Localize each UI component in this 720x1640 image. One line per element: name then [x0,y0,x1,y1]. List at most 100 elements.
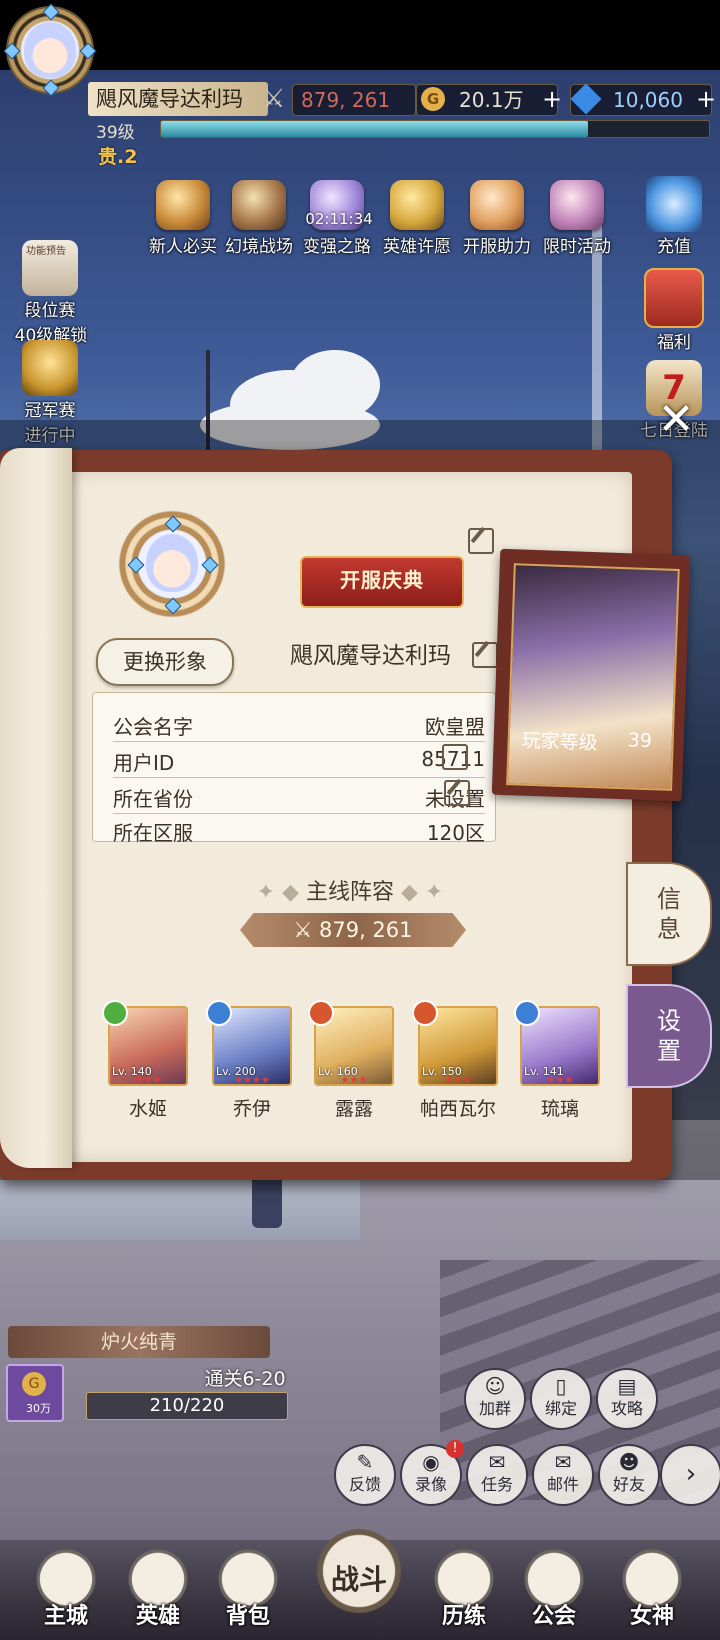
crossed-swords-icon: ⚔ [262,84,286,114]
edit-province-icon[interactable] [444,780,470,806]
copy-id-icon[interactable] [442,744,468,770]
diamond-pile-icon [646,176,702,232]
hero-slot[interactable]: Lv. 150 ★★★ 帕西瓦尔 [412,1000,498,1121]
guide-button[interactable]: ▤ 攻略 [596,1368,658,1430]
portrait-gem-icon [164,597,182,615]
ranked-label: 段位赛 [24,301,76,321]
join-group-label: 加群 [478,1399,511,1418]
guide-label: 攻略 [610,1399,643,1418]
welfare-button[interactable]: 福利 [638,268,710,353]
info-key: 所在区服 [113,821,193,845]
event-server-boost[interactable]: 开服助力 [460,180,534,266]
expand-menu-button[interactable]: › [660,1444,720,1506]
mail-button[interactable]: ✉ 邮件 [532,1444,594,1506]
player-avatar[interactable] [3,3,97,97]
tab-info[interactable]: 信息 [626,862,712,966]
hero-name: 水姬 [128,1098,167,1120]
event-battlefield[interactable]: 幻境战场 [222,180,296,266]
event-newbie-buy[interactable]: 新人必买 [146,180,220,266]
bind-button[interactable]: ▯ 绑定 [530,1368,592,1430]
player-name: 飓风魔导达利玛 [88,82,268,116]
diamond-icon [570,83,602,115]
info-key: 所在省份 [113,787,193,811]
profile-info-table: 公会名字 欧皇盟 用户ID 85711 所在省份 未设置 所在区服 120区 [92,692,496,845]
info-row-guild: 公会名字 欧皇盟 [113,707,485,742]
join-group-button[interactable]: ☺ 加群 [464,1368,526,1430]
avatar-gem-icon [3,42,21,60]
feedback-label: 反馈 [348,1475,381,1494]
profile-portrait[interactable] [118,510,226,618]
event-hero-wish[interactable]: 英雄许愿 [380,180,454,266]
friends-icon: ☻ [618,1450,640,1474]
friends-button[interactable]: ☻ 好友 [598,1444,660,1506]
nav-label: 历练 [441,1604,486,1629]
nav-training[interactable]: 历练 [424,1548,504,1634]
server-celebration-banner: 开服庆典 [300,556,464,608]
info-row-user-id: 用户ID 85711 [113,743,485,778]
event-label: 英雄许愿 [383,237,451,257]
gift-pack-icon [156,180,210,230]
hero-slot[interactable]: Lv. 140 ★★★ 水姬 [102,1000,188,1121]
event-timer: 02:11:34 [305,210,373,228]
hero-stars: ★★★ [340,1075,368,1086]
event-limited[interactable]: 限时活动 [540,180,614,266]
nav-battle[interactable]: 战斗 [306,1528,412,1614]
profile-portrait-face [146,534,198,592]
lineup-power-bar: ⚔ 879, 261 [240,913,466,947]
character-art: 玩家等级 39 [506,563,680,791]
edit-signature-icon[interactable] [468,528,494,554]
recharge-button[interactable]: 充值 [638,176,710,257]
diamond-value: 10,060 [613,88,683,112]
event-label: 限时活动 [543,237,611,257]
faction-gear-icon [514,1000,540,1026]
nav-backpack[interactable]: 背包 [208,1548,288,1634]
ranked-match-button[interactable]: 功能预告 段位赛 40级解锁 [14,240,87,346]
lineup-title: ✦ ◆ 主线阵容 ◆ ✦ [80,874,620,906]
vip-badge: 贵.2 [98,146,138,168]
nav-guild[interactable]: 公会 [514,1548,594,1634]
hero-slot[interactable]: Lv. 160 ★★★ 露露 [308,1000,394,1121]
nav-heroes[interactable]: 英雄 [118,1548,198,1634]
info-key: 用户ID [113,751,175,775]
gold-value: 20.1万 [459,88,524,112]
change-look-button[interactable]: 更换形象 [96,638,234,686]
bind-label: 绑定 [544,1399,577,1418]
sparkle-icon: ✦ ◆ [256,880,306,905]
nav-goddess[interactable]: 女神 [612,1548,692,1634]
mail-icon: ✉ [554,1450,572,1474]
add-gold-button[interactable]: + [542,84,566,114]
quest-button[interactable]: ✉ 任务 [466,1444,528,1506]
replay-button[interactable]: ◉ 录像 ! [400,1440,464,1506]
gold-coin-icon: G [22,1372,46,1396]
faction-light-icon [412,1000,438,1026]
info-value: 欧皇盟 [425,715,485,739]
hero-slot[interactable]: Lv. 141 ★★★ 琉璃 [514,1000,600,1121]
avatar-gem-icon [42,3,60,21]
qq-icon: ☺ [484,1374,506,1398]
add-diamond-button[interactable]: + [696,84,720,114]
close-button[interactable]: ✕ [654,398,698,442]
tab-info-label: 信息 [657,885,681,943]
notification-dot-icon: ! [446,1440,464,1458]
exp-bar-fill [161,121,589,137]
hero-stars: ★★★★ [234,1075,270,1086]
event-label: 变强之路 [303,237,371,257]
stage-reward[interactable]: G 30万 [6,1364,64,1422]
nav-main-city[interactable]: 主城 [26,1548,106,1634]
avatar-portrait [24,22,76,78]
crown-icon [22,340,78,396]
player-level-value: 39 [627,729,653,753]
tab-settings[interactable]: 设置 [626,984,712,1088]
friends-label: 好友 [612,1475,645,1494]
edit-name-icon[interactable] [472,642,498,668]
gift-box-icon [644,268,704,328]
welfare-label: 福利 [657,333,691,353]
hero-name: 琉璃 [540,1098,579,1120]
faction-gear-icon [206,1000,232,1026]
faction-nature-icon [102,1000,128,1026]
event-growth-road[interactable]: 02:11:34 变强之路 [300,180,374,266]
limited-event-icon [550,180,604,230]
scroll-icon: ✉ [488,1450,506,1474]
feedback-button[interactable]: ✎ 反馈 [334,1444,396,1506]
hero-slot[interactable]: Lv. 200 ★★★★ 乔伊 [206,1000,292,1121]
